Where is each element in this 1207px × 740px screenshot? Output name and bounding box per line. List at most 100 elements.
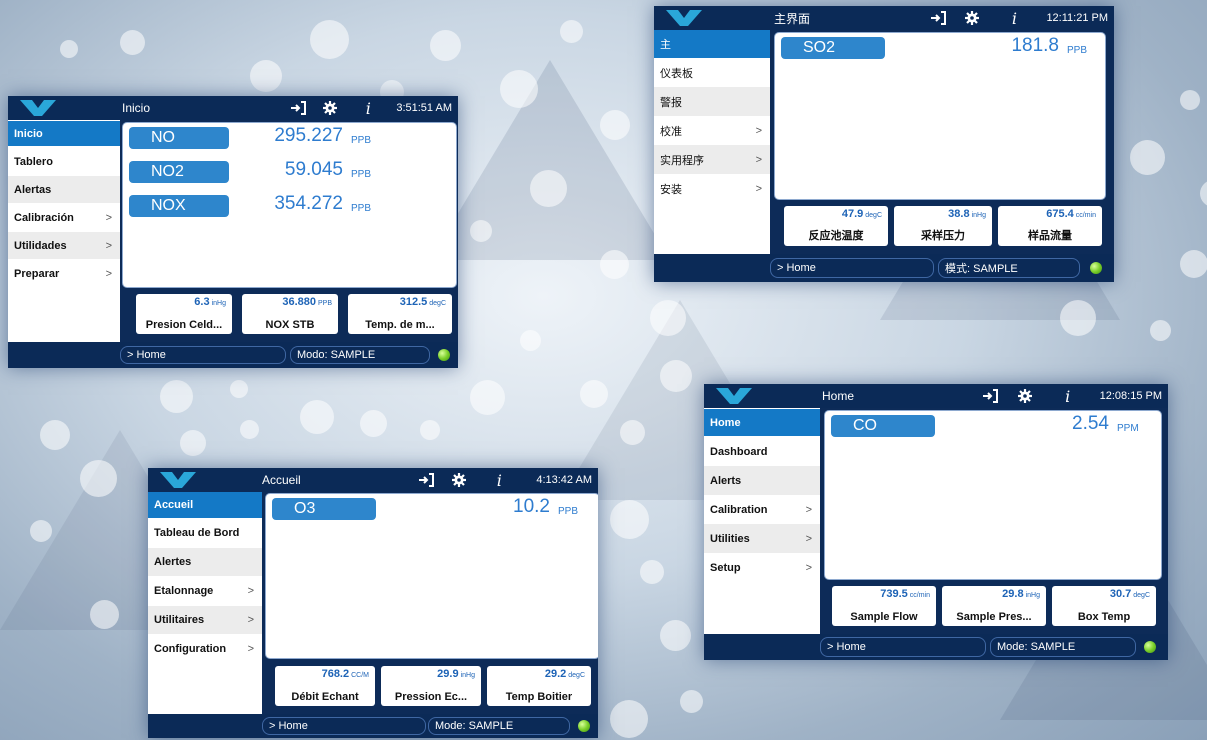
breadcrumb[interactable]: > Home <box>262 717 426 735</box>
metric-unit: inHg <box>971 212 986 219</box>
sidebar-item-utilities[interactable]: Utilities > <box>704 524 820 553</box>
sidebar: Accueil Tableau de Bord Alertes Etalonna… <box>148 492 262 714</box>
metric-unit: cc/min <box>1075 212 1096 219</box>
bottom-bar: > Home Mode: SAMPLE <box>704 634 1168 660</box>
sidebar-item-calibration[interactable]: 校准 > <box>654 116 770 145</box>
sidebar-item-tablero[interactable]: Tablero <box>8 148 120 175</box>
metrics-bar: 47.9 degC 反应池温度 38.8 inHg 采样压力 675.4 cc/min… <box>774 202 1114 252</box>
metric-label: Débit Echant <box>291 691 359 703</box>
gas-value: 354.272 <box>274 193 343 214</box>
screen-french: Accueil i 4:13:42 AM Accueil Tableau de … <box>148 468 598 738</box>
metric-tile[interactable]: 29.8 inHg Sample Pres... <box>942 586 1046 626</box>
sidebar-item-utilitaires[interactable]: Utilitaires > <box>148 606 262 634</box>
metric-tile[interactable]: 29.2 degC Temp Boitier <box>487 666 591 706</box>
metric-tile[interactable]: 312.5 degC Temp. de m... <box>348 294 452 334</box>
sidebar-item-alerts[interactable]: 警报 <box>654 87 770 116</box>
sidebar-item-calibration[interactable]: Calibration > <box>704 495 820 524</box>
metric-tile[interactable]: 47.9 degC 反应池温度 <box>784 206 888 246</box>
login-icon[interactable] <box>414 473 438 487</box>
mode-indicator: Mode: SAMPLE <box>428 717 570 735</box>
metric-label: Pression Ec... <box>394 691 468 703</box>
sidebar-item-home[interactable]: Home <box>704 409 820 436</box>
gas-button-no[interactable]: NO <box>129 127 229 149</box>
info-icon[interactable]: i <box>994 9 1034 28</box>
metric-label: Box Temp <box>1077 611 1131 623</box>
metric-tile[interactable]: 768.2 CC/M Débit Echant <box>275 666 375 706</box>
metric-label: Presion Celd... <box>145 319 223 331</box>
gas-button-co[interactable]: CO <box>831 415 935 437</box>
breadcrumb[interactable]: > Home <box>820 637 986 657</box>
screen-spanish: Inicio i 3:51:51 AM Inicio Tablero Alert… <box>8 96 458 368</box>
gas-unit: PPM <box>1117 423 1139 434</box>
sidebar-item-tableau-de-bord[interactable]: Tableau de Bord <box>148 519 262 547</box>
metrics-bar: 768.2 CC/M Débit Echant 29.9 inHg Pression… <box>265 662 598 712</box>
sidebar-item-alertes[interactable]: Alertes <box>148 548 262 576</box>
screen-title: Accueil <box>262 473 301 487</box>
sidebar-item-utilidades[interactable]: Utilidades > <box>8 232 120 259</box>
metric-label: Sample Pres... <box>956 611 1032 623</box>
clock: 3:51:51 AM <box>396 102 452 114</box>
gas-button-no2[interactable]: NO2 <box>129 161 229 183</box>
gas-button-so2[interactable]: SO2 <box>781 37 885 59</box>
gas-value: 2.54 <box>1072 413 1109 434</box>
bottom-bar: > Home 模式: SAMPLE <box>654 254 1114 282</box>
metric-tile[interactable]: 30.7 degC Box Temp <box>1052 586 1156 626</box>
metric-tile[interactable]: 675.4 cc/min 样品流量 <box>998 206 1102 246</box>
clock: 12:08:15 PM <box>1099 390 1162 402</box>
gas-button-nox[interactable]: NOX <box>129 195 229 217</box>
metric-value: 29.8 <box>1002 588 1024 600</box>
metric-tile[interactable]: 739.5 cc/min Sample Flow <box>832 586 936 626</box>
gear-icon[interactable] <box>1002 389 1048 403</box>
sidebar-item-setup[interactable]: 安装 > <box>654 174 770 203</box>
gear-icon[interactable] <box>950 11 994 25</box>
sidebar-item-alerts[interactable]: Alerts <box>704 466 820 495</box>
screen-title: Home <box>822 389 855 403</box>
sidebar-item-accueil[interactable]: Accueil <box>148 492 262 518</box>
sidebar-item-preparar[interactable]: Preparar > <box>8 260 120 287</box>
metric-unit: degC <box>568 672 585 679</box>
sidebar: 主 仪表板 警报 校准 > 实用程序 > 安装 > <box>654 30 770 256</box>
top-bar: Inicio i 3:51:51 AM <box>8 96 458 120</box>
sidebar-item-inicio[interactable]: Inicio <box>8 121 120 146</box>
metric-value: 29.9 <box>437 668 459 680</box>
metric-tile[interactable]: 38.8 inHg 采样压力 <box>894 206 992 246</box>
sidebar-item-configuration[interactable]: Configuration > <box>148 635 262 663</box>
breadcrumb[interactable]: > Home <box>770 258 934 278</box>
sidebar-item-calibracion[interactable]: Calibración > <box>8 204 120 231</box>
chevron-right-icon: > <box>805 532 812 545</box>
sidebar-item-setup[interactable]: Setup > <box>704 553 820 582</box>
top-bar: Accueil i 4:13:42 AM <box>148 468 598 492</box>
gas-button-o3[interactable]: O3 <box>272 498 376 520</box>
metric-tile[interactable]: 6.3 inHg Presion Celd... <box>136 294 232 334</box>
chevron-right-icon: > <box>805 503 812 516</box>
sidebar-item-utilities[interactable]: 实用程序 > <box>654 145 770 174</box>
sidebar-item-dashboard[interactable]: Dashboard <box>704 437 820 466</box>
login-icon[interactable] <box>926 11 950 25</box>
info-icon[interactable]: i <box>480 471 518 490</box>
status-led <box>1090 262 1102 274</box>
chevron-right-icon: > <box>755 182 762 195</box>
login-icon[interactable] <box>286 101 310 115</box>
info-icon[interactable]: i <box>350 99 386 118</box>
metric-label: NOX STB <box>265 319 315 331</box>
gear-icon[interactable] <box>438 473 480 487</box>
chevron-right-icon: > <box>105 239 112 252</box>
chevron-right-icon: > <box>105 211 112 224</box>
breadcrumb[interactable]: > Home <box>120 346 286 364</box>
logo-icon <box>148 468 208 492</box>
sidebar-item-etalonnage[interactable]: Etalonnage > <box>148 577 262 605</box>
metric-tile[interactable]: 36.880 PPB NOX STB <box>242 294 338 334</box>
login-icon[interactable] <box>978 389 1002 403</box>
logo-icon <box>8 96 68 120</box>
chevron-right-icon: > <box>247 585 254 597</box>
sidebar-item-alertas[interactable]: Alertas <box>8 176 120 203</box>
gas-value: 181.8 <box>1011 35 1059 56</box>
metric-value: 29.2 <box>544 668 567 680</box>
gear-icon[interactable] <box>310 101 350 115</box>
sidebar-item-dashboard[interactable]: 仪表板 <box>654 58 770 87</box>
info-icon[interactable]: i <box>1048 387 1088 406</box>
screen-title: 主界面 <box>774 11 811 26</box>
metric-tile[interactable]: 29.9 inHg Pression Ec... <box>381 666 481 706</box>
sidebar-item-main[interactable]: 主 <box>654 30 770 58</box>
metric-unit: CC/M <box>351 672 369 679</box>
